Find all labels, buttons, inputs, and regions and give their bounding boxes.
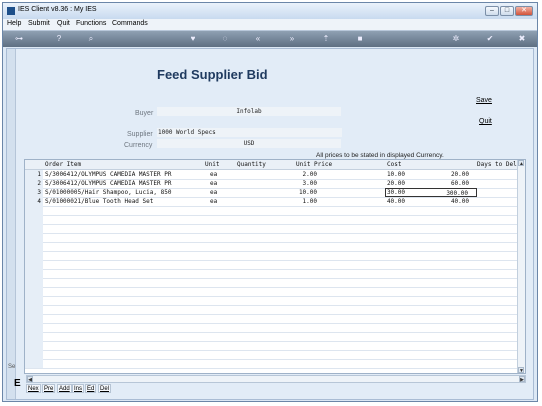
unit-cell[interactable]: ea — [210, 170, 217, 179]
quantity-cell[interactable]: 10.00 — [245, 188, 317, 197]
scroll-right-icon[interactable]: ▶ — [519, 376, 525, 383]
horizontal-scrollbar[interactable]: ◀ ▶ — [26, 375, 526, 383]
supplier-label: Supplier — [127, 131, 153, 138]
row-number: 4 — [25, 197, 43, 206]
menu-bar: Help Submit Quit Functions Commands — [3, 19, 537, 31]
scroll-left-icon[interactable]: ◀ — [27, 376, 33, 383]
order-item-cell[interactable]: S/3006412/OLYMPUS CAMEDIA MASTER PR — [45, 179, 171, 188]
heart-icon[interactable]: ♥ — [188, 34, 198, 44]
delete-button[interactable]: Del — [98, 384, 112, 393]
add-button[interactable]: Add — [57, 384, 72, 393]
order-item-cell[interactable]: S/01000005/Hair Shampoo, Lucia, 850 — [45, 188, 171, 197]
upload-icon[interactable]: ⇡ — [321, 34, 331, 44]
col-days-to-del: Days to Del — [477, 161, 517, 168]
form-area: Feed Supplier Bid Save Quit Buyer Infola… — [6, 48, 534, 400]
window-title: IES Client v8.36 : My IES — [18, 6, 97, 13]
menu-commands[interactable]: Commands — [112, 20, 148, 27]
order-item-cell[interactable]: S/01000021/Blue Tooth Head Set — [45, 197, 153, 206]
unit-cell[interactable]: ea — [210, 179, 217, 188]
power-icon[interactable]: ◌ — [220, 34, 230, 44]
menu-functions[interactable]: Functions — [76, 20, 106, 27]
vertical-scrollbar[interactable]: ▲ ▼ — [517, 160, 525, 373]
row-number: 2 — [25, 179, 43, 188]
quantity-cell[interactable]: 3.00 — [245, 179, 317, 188]
toolbar: ⊶ ? ⌕ ♥ ◌ « » ⇡ ■ ✲ ✔ ✖ — [3, 31, 537, 47]
save-link[interactable]: Save — [476, 97, 492, 104]
cost-cell-selected[interactable]: 300.00 — [385, 188, 477, 197]
empty-row[interactable] — [25, 359, 525, 369]
buyer-field[interactable]: Infolab — [157, 107, 341, 116]
col-unit: Unit — [205, 161, 220, 168]
grid-header: Order Item Unit Quantity Unit Price Cost… — [25, 160, 525, 170]
menu-quit[interactable]: Quit — [57, 20, 70, 27]
page-title: Feed Supplier Bid — [157, 67, 268, 82]
side-letter: E — [14, 378, 21, 389]
col-cost: Cost — [387, 161, 402, 168]
col-order-item: Order Item — [45, 161, 82, 168]
maximize-button[interactable]: □ — [500, 6, 514, 16]
app-icon — [7, 7, 15, 15]
scroll-up-icon[interactable]: ▲ — [518, 160, 524, 167]
col-quantity: Quantity — [237, 161, 266, 168]
menu-help[interactable]: Help — [7, 20, 21, 27]
menu-submit[interactable]: Submit — [28, 20, 50, 27]
unit-cell[interactable]: ea — [210, 188, 217, 197]
cost-cell[interactable]: 20.00 — [387, 170, 469, 179]
key-icon[interactable]: ⊶ — [9, 34, 29, 44]
app-window: IES Client v8.36 : My IES – □ ✕ Help Sub… — [2, 2, 538, 402]
order-item-cell[interactable]: S/3006412/OLYMPUS CAMEDIA MASTER PR — [45, 170, 171, 179]
fast-forward-icon[interactable]: » — [287, 34, 297, 44]
rewind-icon[interactable]: « — [253, 34, 263, 44]
check-icon[interactable]: ✔ — [485, 34, 495, 44]
currency-field[interactable]: USD — [157, 139, 341, 148]
close-icon[interactable]: ✖ — [517, 34, 527, 44]
close-window-button[interactable]: ✕ — [515, 6, 533, 16]
supplier-field[interactable]: 1000 World Specs — [157, 128, 342, 137]
settings-icon[interactable]: ✲ — [451, 34, 461, 44]
search-icon[interactable]: ⌕ — [86, 34, 96, 44]
unit-cell[interactable]: ea — [210, 197, 217, 206]
buyer-label: Buyer — [135, 110, 154, 117]
row-number: 3 — [25, 188, 43, 197]
order-items-grid: Order Item Unit Quantity Unit Price Cost… — [24, 159, 526, 374]
quantity-cell[interactable]: 1.00 — [245, 197, 317, 206]
title-bar: IES Client v8.36 : My IES – □ ✕ — [3, 3, 537, 19]
cost-cell[interactable]: 40.00 — [387, 197, 469, 206]
currency-label: Currency — [124, 142, 153, 149]
left-strip — [7, 49, 16, 399]
previous-button[interactable]: Pre — [42, 384, 56, 393]
scroll-down-icon[interactable]: ▼ — [518, 367, 524, 373]
quit-link[interactable]: Quit — [479, 118, 492, 125]
minimize-button[interactable]: – — [485, 6, 499, 16]
cost-cell[interactable]: 60.00 — [387, 179, 469, 188]
quantity-cell[interactable]: 2.00 — [245, 170, 317, 179]
side-label: Se — [8, 364, 16, 370]
help-icon[interactable]: ? — [54, 34, 64, 44]
col-unit-price: Unit Price — [296, 161, 333, 168]
insert-button[interactable]: Ins — [72, 384, 85, 393]
next-button[interactable]: Nex — [26, 384, 41, 393]
currency-note: All prices to be stated in displayed Cur… — [316, 152, 444, 159]
edit-button[interactable]: Ed — [85, 384, 97, 393]
row-number: 1 — [25, 170, 43, 179]
stop-icon[interactable]: ■ — [355, 34, 365, 44]
